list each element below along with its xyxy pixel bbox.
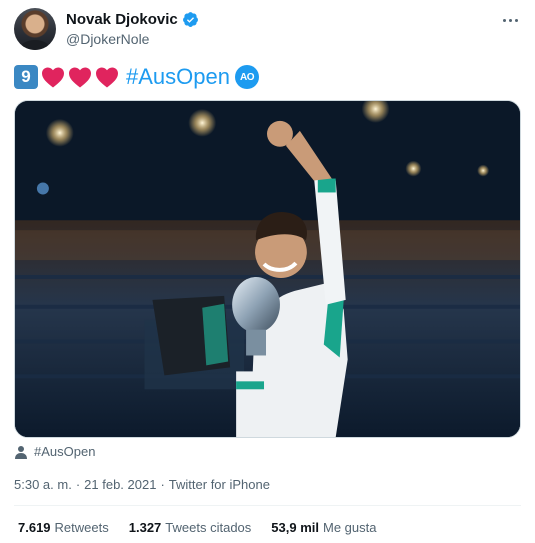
author-avatar[interactable] bbox=[14, 8, 56, 50]
red-heart-icon bbox=[42, 67, 64, 88]
quote-tweets-count: 1.327 bbox=[128, 520, 162, 535]
tweet-text: 9 #AusOpen AO bbox=[14, 62, 259, 92]
quote-tweets-label: Tweets citados bbox=[165, 520, 252, 535]
author-name-row[interactable]: Novak Djokovic bbox=[66, 11, 199, 28]
engagement-stats: 7.619 Retweets 1.327 Tweets citados 53,9… bbox=[18, 520, 376, 535]
quote-tweets-stat[interactable]: 1.327 Tweets citados bbox=[129, 520, 252, 535]
author-handle[interactable]: @DjokerNole bbox=[66, 31, 149, 47]
person-icon bbox=[15, 445, 27, 459]
verified-badge-icon bbox=[182, 12, 198, 27]
likes-stat[interactable]: 53,9 mil Me gusta bbox=[271, 520, 376, 535]
trophy-celebration-photo bbox=[15, 101, 520, 437]
tweet-metadata: 5:30 a. m. · 21 feb. 2021 · Twitter for … bbox=[14, 477, 270, 492]
red-heart-icon bbox=[69, 67, 91, 88]
author-name[interactable]: Novak Djokovic bbox=[66, 11, 178, 28]
tweet-date[interactable]: 21 feb. 2021 bbox=[84, 477, 156, 492]
likes-count: 53,9 mil bbox=[271, 520, 319, 535]
more-options-icon[interactable] bbox=[498, 10, 522, 30]
tweet-header: Novak Djokovic @DjokerNole bbox=[14, 8, 524, 54]
meta-separator: · bbox=[160, 477, 165, 492]
hashtag-link[interactable]: #AusOpen bbox=[126, 64, 230, 90]
retweets-label: Retweets bbox=[54, 520, 109, 535]
tweet-photo[interactable] bbox=[14, 100, 521, 438]
tweet-card: Novak Djokovic @DjokerNole 9 #AusOpen AO bbox=[0, 0, 535, 543]
tweet-source[interactable]: Twitter for iPhone bbox=[169, 477, 270, 492]
ausopen-hashflag-icon: AO bbox=[234, 65, 259, 89]
meta-separator: · bbox=[75, 477, 81, 492]
retweets-stat[interactable]: 7.619 Retweets bbox=[18, 520, 109, 535]
tweet-time[interactable]: 5:30 a. m. bbox=[14, 477, 72, 492]
media-tag-row[interactable]: #AusOpen bbox=[14, 444, 95, 459]
retweets-count: 7.619 bbox=[18, 520, 51, 535]
media-tag-label: #AusOpen bbox=[34, 444, 96, 459]
keycap-number-emoji: 9 bbox=[14, 65, 38, 89]
red-heart-icon bbox=[96, 67, 118, 88]
likes-label: Me gusta bbox=[323, 520, 377, 535]
divider bbox=[14, 505, 521, 506]
